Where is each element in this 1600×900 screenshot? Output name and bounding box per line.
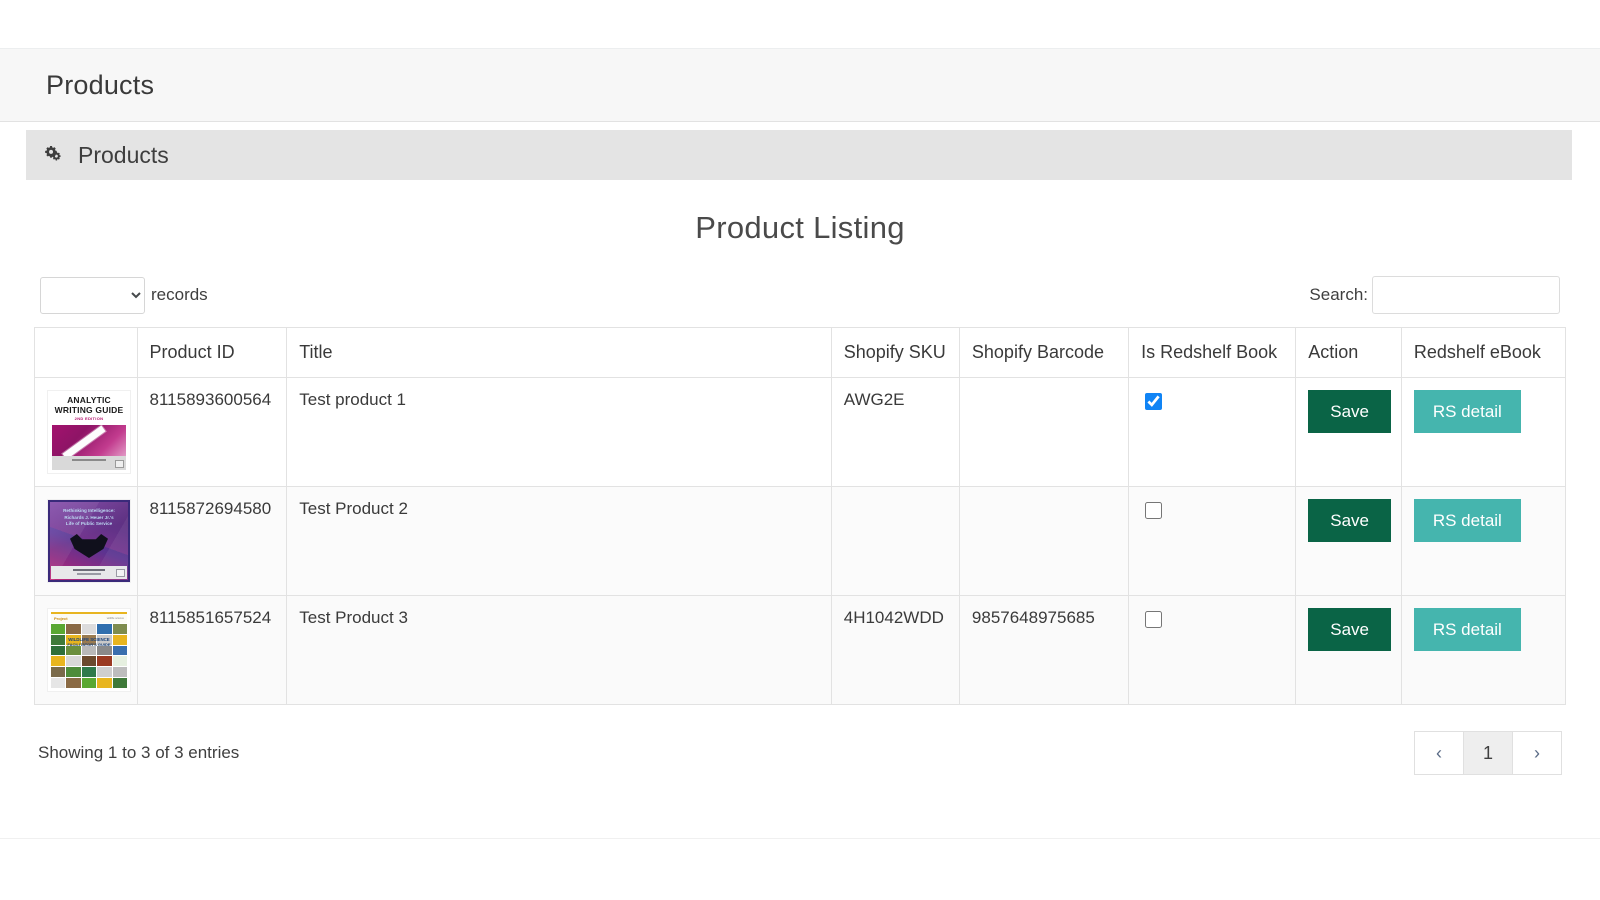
product-title-cell: Test Product 2 [286,486,832,596]
save-button[interactable]: Save [1308,390,1391,433]
column-header-is-redshelf-book: Is Redshelf Book [1128,327,1297,378]
cover-band-line-2: FACILITATOR'S GUIDE [67,642,111,647]
table-footer: Showing 1 to 3 of 3 entries ‹ 1 › [34,731,1566,775]
pagination-next-button[interactable]: › [1512,731,1562,775]
listing-title: Product Listing [695,210,905,245]
bottom-divider [0,838,1600,839]
cover-header-right: wildlife science [106,617,124,620]
breadcrumb-wrapper: Products [0,122,1600,180]
shopify-barcode-cell [958,486,1130,596]
column-header-shopify-sku: Shopify SKU [830,327,960,378]
product-id-cell: 8115893600564 [136,377,288,487]
table-row: ANALYTIC WRITING GUIDE 2ND EDITION 81158… [34,377,1567,487]
search-label: Search: [1309,285,1368,304]
is-redshelf-book-checkbox[interactable] [1145,611,1163,628]
product-cover-cell: Rethinking Intelligence: Richards J. Heu… [34,486,138,596]
products-table: Product ID Title Shopify SKU Shopify Bar… [34,327,1567,705]
redshelf-ebook-cell: RS detail [1400,377,1567,487]
records-label: records [151,285,208,304]
length-control: 102550100 records [40,276,208,314]
book-cover-image: Project wildlife science WILDLIFE SCIENC… [47,608,131,692]
save-button[interactable]: Save [1308,499,1391,542]
search-input[interactable] [1372,276,1560,314]
column-header-title: Title [286,327,832,378]
action-cell: Save [1295,377,1402,487]
is-redshelf-book-cell [1128,595,1297,705]
is-redshelf-book-checkbox[interactable] [1145,393,1163,410]
book-cover-image: Rethinking Intelligence: Richards J. Heu… [47,499,131,583]
cover-footer-band [52,456,126,470]
cover-header-left: Project [54,616,68,621]
product-title-cell: Test Product 3 [286,595,832,705]
shopify-sku-cell [830,486,960,596]
records-per-page-select[interactable]: 102550100 [40,276,145,314]
page-title: Products [46,69,155,100]
pagination: ‹ 1 › [1414,731,1562,775]
column-header-cover [34,327,138,378]
shopify-barcode-cell: 9857648975685 [958,595,1130,705]
column-header-shopify-barcode: Shopify Barcode [958,327,1130,378]
is-redshelf-book-cell [1128,486,1297,596]
pencil-graphic [62,425,106,460]
cogs-icon [44,144,68,166]
table-controls: 102550100 records Search: [34,276,1566,314]
product-id-cell: 8115851657524 [136,595,288,705]
breadcrumb-label: Products [78,141,169,168]
cover-title-band: WILDLIFE SCIENCE FACILITATOR'S GUIDE [57,636,121,648]
rs-detail-button[interactable]: RS detail [1413,499,1521,542]
entries-info: Showing 1 to 3 of 3 entries [38,743,240,762]
cover-title-line-2: WRITING GUIDE [54,405,124,415]
shopify-sku-cell: AWG2E [830,377,960,487]
action-cell: Save [1295,486,1402,596]
cover-title-line-2: Richards J. Heuer Jr.'s [64,514,114,520]
is-redshelf-book-cell [1128,377,1297,487]
table-row: Rethinking Intelligence: Richards J. Heu… [34,486,1567,596]
rs-detail-button[interactable]: RS detail [1413,608,1521,651]
main-content: Product Listing 102550100 records Search… [0,210,1600,775]
column-header-product-id: Product ID [136,327,288,378]
cover-title-line-1: ANALYTIC [67,395,111,405]
page-header: Products [0,48,1600,122]
is-redshelf-book-checkbox[interactable] [1145,502,1163,519]
top-strip [0,0,1600,48]
table-header-row: Product ID Title Shopify SKU Shopify Bar… [34,327,1567,378]
breadcrumb: Products [26,130,1572,180]
cover-photo-mosaic [51,624,127,688]
product-id-cell: 8115872694580 [136,486,288,596]
cover-artwork [52,425,126,460]
book-cover-image: ANALYTIC WRITING GUIDE 2ND EDITION [47,390,131,474]
column-header-redshelf-ebook: Redshelf eBook [1400,327,1567,378]
product-cover-cell: ANALYTIC WRITING GUIDE 2ND EDITION [34,377,138,487]
redshelf-ebook-cell: RS detail [1400,595,1567,705]
cover-title-line-3: Life of Public Service [65,521,113,526]
cover-title-line-1: Rethinking Intelligence: [63,508,115,513]
product-title-cell: Test product 1 [286,377,832,487]
rs-detail-button[interactable]: RS detail [1413,390,1521,433]
shopify-sku-cell: 4H1042WDD [830,595,960,705]
search-control: Search: [1309,276,1560,314]
product-cover-cell: Project wildlife science WILDLIFE SCIENC… [34,595,138,705]
shopify-barcode-cell [958,377,1130,487]
column-header-action: Action [1295,327,1402,378]
action-cell: Save [1295,595,1402,705]
pagination-previous-button[interactable]: ‹ [1414,731,1464,775]
redshelf-ebook-cell: RS detail [1400,486,1567,596]
cover-footer-band [51,566,127,579]
save-button[interactable]: Save [1308,608,1391,651]
pagination-page-1[interactable]: 1 [1463,731,1513,775]
table-row: Project wildlife science WILDLIFE SCIENC… [34,595,1567,705]
cover-edition-label: 2ND EDITION [74,416,104,421]
